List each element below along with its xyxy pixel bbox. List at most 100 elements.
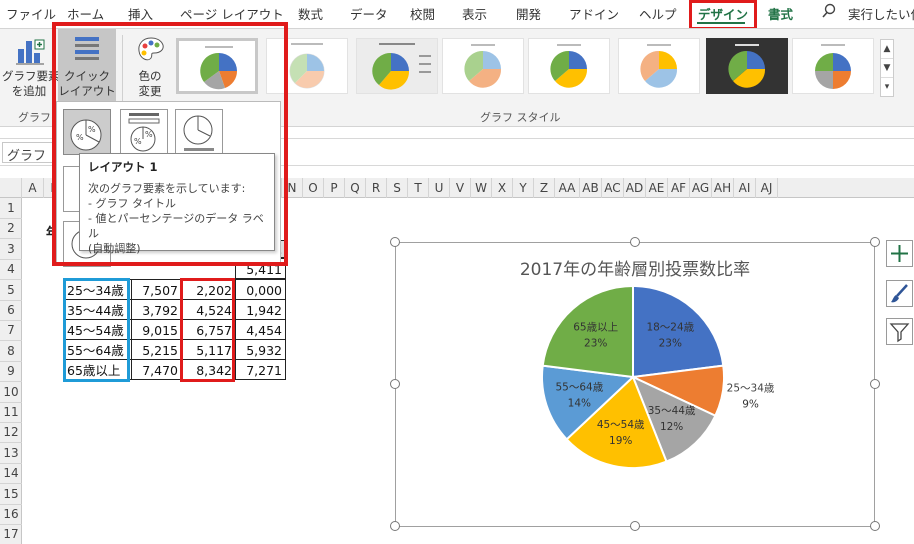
column-header[interactable]: AJ — [756, 178, 778, 198]
column-header[interactable]: X — [492, 178, 513, 198]
row-header[interactable]: 7 — [0, 320, 22, 342]
column-header[interactable]: AI — [734, 178, 756, 198]
add-chart-element-button[interactable]: グラフ要素 を追加 — [2, 29, 60, 109]
row-header[interactable]: 6 — [0, 300, 22, 321]
gallery-more-icon[interactable]: ▾ — [881, 78, 893, 97]
column-header[interactable]: A — [22, 178, 44, 198]
pie-chart[interactable]: 2017年の年齢層別投票数比率 18～24歳 23% 25～34歳 9% 35～44歳 1… — [395, 242, 875, 527]
layout-1-option[interactable]: %% — [63, 109, 111, 155]
chart-style-3[interactable] — [356, 38, 438, 94]
style-gallery-scroll[interactable]: ▲ ▼ ▾ — [880, 39, 894, 97]
ribbon-tab-bar: ファイル ホーム 挿入 ページ レイアウト 数式 データ 校閲 表示 開発 アド… — [0, 0, 914, 28]
tab-insert[interactable]: 挿入 — [128, 4, 153, 23]
column-header[interactable]: T — [408, 178, 429, 198]
tab-formulas[interactable]: 数式 — [298, 4, 323, 23]
tab-design[interactable]: デザイン — [698, 4, 748, 23]
row-header[interactable]: 13 — [0, 443, 22, 464]
name-box[interactable]: グラフ — [2, 142, 58, 164]
table-cell[interactable]: 0,000 — [235, 279, 286, 300]
layout-3-option[interactable] — [175, 109, 223, 155]
column-header[interactable]: AA — [555, 178, 580, 198]
table-cell[interactable]: 7,507 — [131, 279, 182, 300]
column-header[interactable]: P — [324, 178, 345, 198]
row-header[interactable]: 16 — [0, 504, 22, 525]
chart-elements-button[interactable] — [886, 240, 913, 267]
table-cell[interactable]: 4,454 — [235, 319, 286, 340]
chart-style-7[interactable] — [706, 38, 788, 94]
row-header[interactable]: 9 — [0, 361, 22, 383]
tab-data[interactable]: データ — [350, 4, 388, 23]
table-cell[interactable]: 7,271 — [235, 359, 286, 380]
resize-handle[interactable] — [870, 521, 880, 531]
column-header[interactable]: N — [282, 178, 303, 198]
chart-style-8[interactable] — [792, 38, 874, 94]
row-header[interactable]: 2 — [0, 218, 22, 240]
column-header[interactable]: AF — [668, 178, 690, 198]
tab-developer[interactable]: 開発 — [516, 4, 541, 23]
row-header[interactable]: 17 — [0, 524, 22, 544]
row-header[interactable]: 5 — [0, 280, 22, 301]
chart-style-5[interactable] — [528, 38, 610, 94]
chart-style-1[interactable] — [176, 38, 258, 94]
chart-filters-button[interactable] — [886, 318, 913, 345]
column-header[interactable]: Y — [513, 178, 534, 198]
column-header[interactable]: AH — [712, 178, 734, 198]
row-header[interactable]: 1 — [0, 198, 22, 219]
row-header[interactable]: 4 — [0, 259, 22, 281]
column-header[interactable]: O — [303, 178, 324, 198]
table-cell[interactable]: 5,215 — [131, 339, 182, 360]
resize-handle[interactable] — [390, 521, 400, 531]
column-header[interactable]: S — [387, 178, 408, 198]
quick-layout-button[interactable]: クイック レイアウト — [58, 29, 116, 101]
table-cell[interactable]: 9,015 — [131, 319, 182, 340]
tab-addins[interactable]: アドイン — [569, 4, 619, 23]
tab-help[interactable]: ヘルプ — [639, 4, 677, 23]
resize-handle[interactable] — [630, 521, 640, 531]
column-header[interactable]: AC — [602, 178, 624, 198]
row-header[interactable]: 3 — [0, 239, 22, 260]
chart-style-2[interactable] — [266, 38, 348, 94]
slice-percent-label: 23% — [584, 338, 607, 350]
column-header[interactable]: Z — [534, 178, 555, 198]
row-header[interactable]: 10 — [0, 382, 22, 403]
tab-review[interactable]: 校閲 — [410, 4, 435, 23]
tab-view[interactable]: 表示 — [462, 4, 487, 23]
chart-styles-button[interactable] — [886, 280, 913, 307]
column-header[interactable]: R — [366, 178, 387, 198]
table-cell[interactable]: 5,932 — [235, 339, 286, 360]
row-header[interactable]: 8 — [0, 341, 22, 362]
change-colors-button[interactable]: 色の 変更 — [126, 29, 174, 109]
row-header[interactable]: 14 — [0, 463, 22, 485]
resize-handle[interactable] — [390, 379, 400, 389]
tell-me-search[interactable]: 実行したい作 — [848, 4, 914, 23]
column-header[interactable]: AD — [624, 178, 646, 198]
table-cell[interactable]: 7,470 — [131, 359, 182, 380]
tab-format[interactable]: 書式 — [768, 4, 793, 23]
resize-handle[interactable] — [870, 237, 880, 247]
gallery-down-icon[interactable]: ▼ — [881, 59, 893, 78]
tab-page-layout[interactable]: ページ レイアウト — [180, 4, 284, 23]
tab-file[interactable]: ファイル — [6, 4, 56, 23]
tab-home[interactable]: ホーム — [67, 4, 104, 23]
column-header[interactable]: V — [450, 178, 471, 198]
column-header[interactable]: U — [429, 178, 450, 198]
layout-2-option[interactable]: %% — [120, 109, 168, 155]
gallery-up-icon[interactable]: ▲ — [881, 40, 893, 59]
column-header[interactable]: AG — [690, 178, 712, 198]
resize-handle[interactable] — [870, 379, 880, 389]
table-cell[interactable]: 3,792 — [131, 299, 182, 320]
resize-handle[interactable] — [630, 237, 640, 247]
column-header[interactable]: W — [471, 178, 492, 198]
table-cell[interactable]: 1,942 — [235, 299, 286, 320]
row-header[interactable]: 15 — [0, 484, 22, 505]
select-all-corner[interactable] — [0, 178, 22, 198]
row-header[interactable]: 12 — [0, 422, 22, 444]
row-header[interactable]: 11 — [0, 402, 22, 423]
column-header[interactable]: AE — [646, 178, 668, 198]
resize-handle[interactable] — [390, 237, 400, 247]
column-header[interactable]: AB — [580, 178, 602, 198]
column-header[interactable]: Q — [345, 178, 366, 198]
chart-style-6[interactable] — [618, 38, 700, 94]
slice-category-label: 35～44歳 — [648, 405, 696, 417]
chart-style-4[interactable] — [442, 38, 524, 94]
